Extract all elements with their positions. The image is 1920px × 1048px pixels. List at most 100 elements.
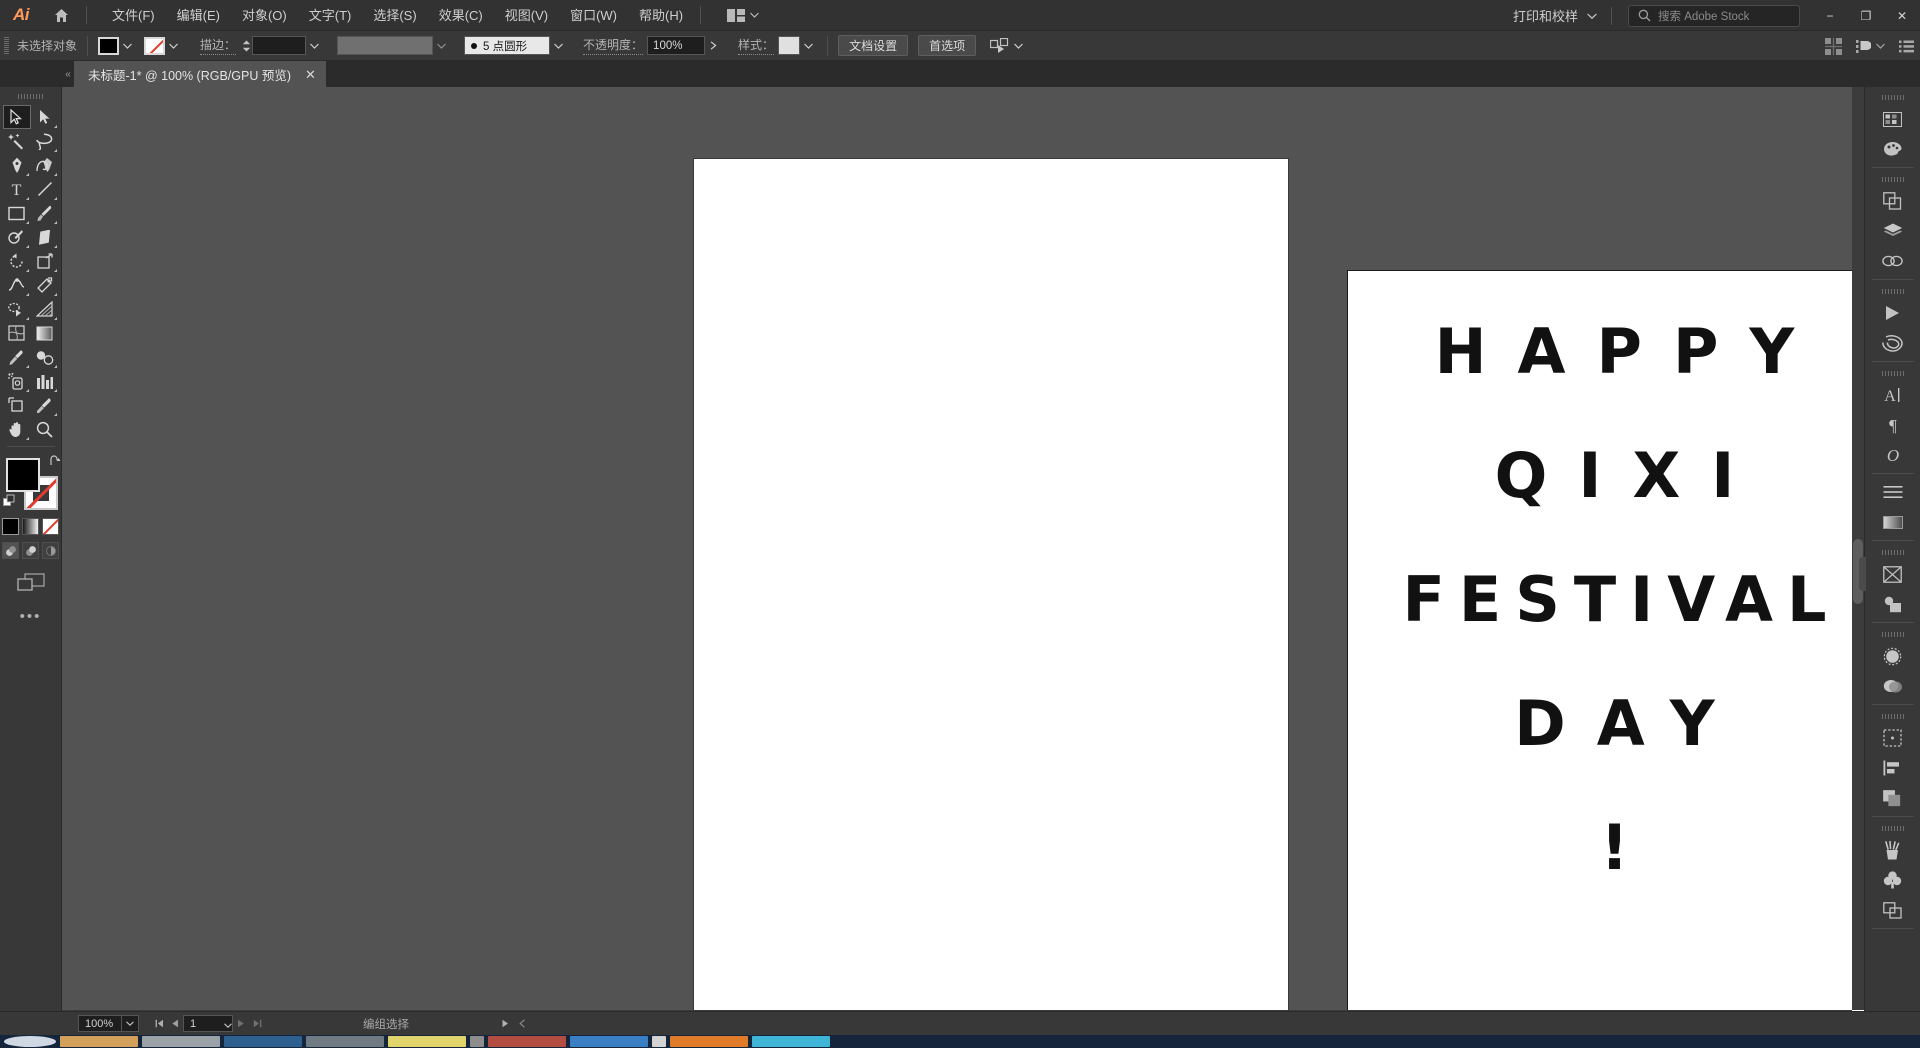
style-dropdown-icon[interactable] [800, 37, 817, 55]
dock-group-grip[interactable] [1881, 287, 1904, 295]
image-trace-panel-icon[interactable] [1873, 559, 1913, 589]
variable-width-profile-input[interactable] [337, 36, 434, 55]
dock-group-grip[interactable] [1881, 712, 1904, 720]
menu-view[interactable]: 视图(V) [494, 3, 559, 28]
stroke-color-control[interactable] [144, 36, 182, 55]
stroke-weight-stepper[interactable] [240, 37, 252, 55]
taskbar-item[interactable] [142, 1036, 220, 1047]
draw-inside-mode[interactable] [42, 542, 59, 559]
symbols-library-icon[interactable] [1873, 865, 1913, 895]
arrange-objects-icon[interactable] [1856, 39, 1871, 54]
appearance-panel-icon[interactable] [1873, 641, 1913, 671]
paintbrush-tool[interactable] [31, 201, 59, 225]
draw-normal-mode[interactable] [2, 542, 19, 559]
dock-group-grip[interactable] [1881, 824, 1904, 832]
brush-definition-dropdown-icon[interactable] [550, 37, 567, 55]
brushes-panel-icon[interactable] [1873, 835, 1913, 865]
zoom-level-value[interactable]: 100% [79, 1018, 121, 1030]
zoom-level-control[interactable]: 100% [78, 1015, 139, 1032]
transform-panel-icon[interactable] [1873, 753, 1913, 783]
curvature-tool[interactable] [31, 153, 59, 177]
swatches-panel-icon[interactable] [1873, 104, 1913, 134]
pen-tool[interactable] [3, 153, 31, 177]
collapse-icon[interactable]: « [62, 61, 74, 87]
gradient-tool[interactable] [31, 321, 59, 345]
canvas-area[interactable]: HAPPY QIXI FESTIVAL DAY ! [62, 87, 1864, 1022]
selection-tool[interactable] [2, 105, 31, 129]
panel-options-icon[interactable] [1899, 40, 1914, 53]
variable-width-dropdown-icon[interactable] [433, 37, 450, 55]
preferences-button[interactable]: 首选项 [918, 35, 977, 56]
menu-window[interactable]: 窗口(W) [559, 3, 628, 28]
arrange-dropdown-icon[interactable] [1876, 43, 1885, 49]
artwork-line-festival[interactable]: FESTIVAL [1348, 563, 1864, 636]
taskbar-item[interactable] [60, 1036, 138, 1047]
fill-swatch[interactable] [98, 36, 120, 55]
menu-object[interactable]: 对象(O) [231, 3, 298, 28]
hand-tool[interactable] [3, 417, 31, 441]
home-icon[interactable] [42, 0, 80, 31]
control-bar-grip[interactable] [4, 36, 9, 55]
transparency-panel-icon[interactable] [1873, 589, 1913, 619]
stroke-weight-input[interactable] [252, 36, 307, 55]
close-icon[interactable]: ✕ [305, 68, 316, 81]
symbol-sprayer-tool[interactable] [3, 369, 31, 393]
shaper-tool[interactable] [3, 225, 31, 249]
taskbar-item[interactable] [470, 1036, 484, 1047]
stroke-weight-dropdown-icon[interactable] [306, 37, 323, 55]
artwork-line-exclamation[interactable]: ! [1348, 811, 1864, 884]
graphic-style-swatch[interactable] [778, 36, 801, 55]
stroke-swatch[interactable] [144, 36, 166, 55]
free-transform-tool[interactable] [31, 273, 59, 297]
layers-panel-icon[interactable] [1873, 216, 1913, 246]
dock-group-grip[interactable] [1881, 175, 1904, 183]
next-artboard-icon[interactable] [233, 1015, 249, 1032]
menu-help[interactable]: 帮助(H) [628, 3, 694, 28]
document-setup-button[interactable]: 文档设置 [838, 35, 909, 56]
mesh-tool[interactable] [3, 321, 31, 345]
menu-type[interactable]: 文字(T) [298, 3, 363, 28]
taskbar-item[interactable] [306, 1036, 384, 1047]
taskbar-item[interactable] [224, 1036, 302, 1047]
dock-group-grip[interactable] [1881, 93, 1904, 101]
graphic-styles-panel-icon[interactable] [1873, 671, 1913, 701]
menu-select[interactable]: 选择(S) [362, 3, 427, 28]
default-fill-stroke-icon[interactable] [2, 494, 17, 508]
eraser-tool[interactable] [31, 225, 59, 249]
color-mode-none[interactable] [42, 518, 59, 535]
taskbar-item[interactable] [488, 1036, 566, 1047]
direct-selection-tool[interactable] [31, 105, 59, 129]
vertical-scrollbar[interactable] [1852, 87, 1864, 1010]
shape-builder-tool[interactable] [3, 297, 31, 321]
status-menu-icon[interactable] [501, 1019, 509, 1028]
color-mode-solid[interactable] [2, 518, 19, 535]
taskbar-item[interactable] [388, 1036, 466, 1047]
taskbar-item[interactable] [652, 1036, 666, 1047]
line-segment-tool[interactable] [31, 177, 59, 201]
opacity-flyout-icon[interactable] [705, 37, 722, 55]
type-tool[interactable]: T [3, 177, 31, 201]
dock-group-grip[interactable] [1881, 548, 1904, 556]
toolbar-grip[interactable] [17, 91, 44, 101]
taskbar-item[interactable] [752, 1036, 830, 1047]
restore-button[interactable]: ❐ [1848, 0, 1884, 31]
zoom-tool[interactable] [31, 417, 59, 441]
menu-file[interactable]: 文件(F) [101, 3, 166, 28]
change-screen-mode-icon[interactable] [15, 571, 47, 595]
minimize-button[interactable]: − [1812, 0, 1848, 31]
rotate-tool[interactable] [3, 249, 31, 273]
stroke-dropdown-icon[interactable] [165, 37, 182, 55]
artboard-tool[interactable] [3, 393, 31, 417]
blend-tool[interactable] [31, 345, 59, 369]
fill-color-control[interactable] [98, 36, 136, 55]
zoom-dropdown-icon[interactable] [121, 1016, 138, 1031]
resize-grip-icon[interactable] [519, 1019, 526, 1028]
menu-effect[interactable]: 效果(C) [428, 3, 494, 28]
brush-definition-control[interactable]: 5 点圆形 [464, 36, 551, 55]
artwork-line-day[interactable]: DAY [1348, 687, 1864, 760]
pathfinder-panel-icon[interactable] [1873, 186, 1913, 216]
links-panel-icon[interactable] [1873, 246, 1913, 276]
select-similar-objects-control[interactable] [990, 37, 1027, 55]
eyedropper-tool[interactable] [3, 345, 31, 369]
slice-tool[interactable] [31, 393, 59, 417]
